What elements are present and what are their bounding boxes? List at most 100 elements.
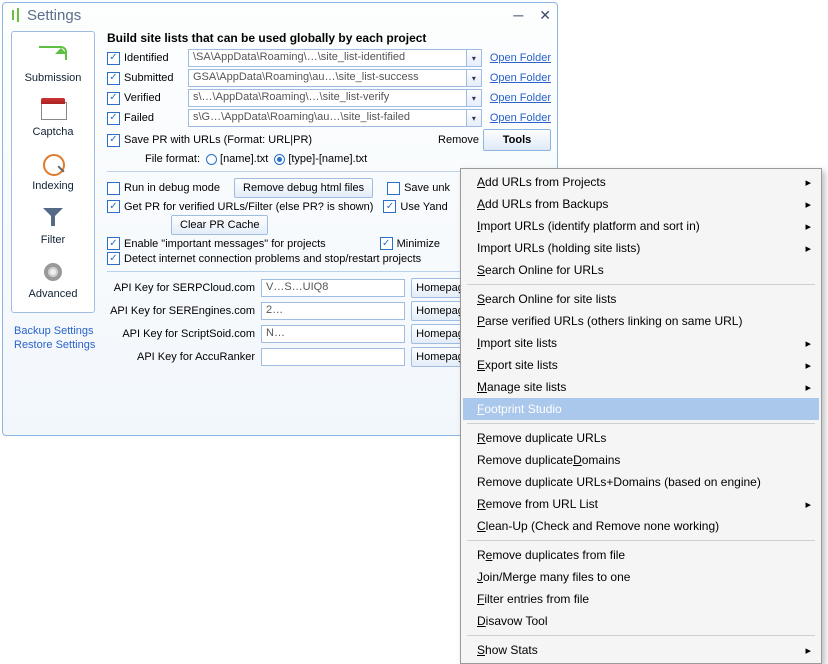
menu-item[interactable]: Import URLs (holding site lists) (463, 237, 819, 259)
list-path-dropdown[interactable]: ▾ (467, 49, 482, 67)
menu-separator (467, 635, 815, 636)
api-key-input[interactable]: V…S…UIQ8 (261, 279, 405, 297)
debug-checkbox[interactable] (107, 182, 120, 195)
sidebar-item-submission[interactable]: Submission (15, 36, 91, 90)
open-folder-link[interactable]: Open Folder (490, 72, 551, 84)
enable-msgs-label: Enable "important messages" for projects (124, 238, 326, 250)
fileformat-opt1: [name].txt (220, 153, 268, 165)
menu-item[interactable]: Show Stats (463, 639, 819, 661)
detect-checkbox[interactable] (107, 252, 120, 265)
enable-msgs-checkbox[interactable] (107, 237, 120, 250)
menu-separator (467, 423, 815, 424)
debug-label: Run in debug mode (124, 182, 220, 194)
indexing-icon (37, 150, 69, 178)
save-pr-checkbox[interactable] (107, 134, 120, 147)
menu-item[interactable]: Search Online for site lists (463, 288, 819, 310)
list-label: Identified (124, 52, 188, 64)
menu-separator (467, 284, 815, 285)
getpr-label: Get PR for verified URLs/Filter (else PR… (124, 201, 373, 213)
menu-item[interactable]: Clean-Up (Check and Remove none working) (463, 515, 819, 537)
restore-settings-link[interactable]: Restore Settings (14, 339, 98, 351)
sidebar-item-label: Advanced (15, 288, 91, 300)
menu-item[interactable]: Export site lists (463, 354, 819, 376)
clear-pr-button[interactable]: Clear PR Cache (171, 215, 268, 235)
sidebar-item-label: Filter (15, 234, 91, 246)
menu-item[interactable]: Manage site lists (463, 376, 819, 398)
backup-settings-link[interactable]: Backup Settings (14, 325, 98, 337)
menu-item[interactable]: Remove duplicate URLs+Domains (based on … (463, 471, 819, 493)
list-path-dropdown[interactable]: ▾ (467, 89, 482, 107)
remove-debug-button[interactable]: Remove debug html files (234, 178, 373, 198)
api-label: API Key for AccuRanker (107, 351, 261, 363)
minimize-label: Minimize (397, 238, 440, 250)
list-path-dropdown[interactable]: ▾ (467, 109, 482, 127)
list-path-input[interactable]: s\G…\AppData\Roaming\au…\site_list-faile… (188, 109, 467, 127)
list-checkbox[interactable] (107, 72, 120, 85)
sidebar-item-indexing[interactable]: Indexing (15, 144, 91, 198)
sidebar-links: Backup Settings Restore Settings (8, 323, 98, 353)
api-key-input[interactable] (261, 348, 405, 366)
menu-item[interactable]: Join/Merge many files to one (463, 566, 819, 588)
list-path-input[interactable]: s\…\AppData\Roaming\…\site_list-verify (188, 89, 467, 107)
menu-item[interactable]: Add URLs from Backups (463, 193, 819, 215)
window-title: Settings (27, 7, 81, 24)
menu-item[interactable]: Disavow Tool (463, 610, 819, 632)
open-folder-link[interactable]: Open Folder (490, 112, 551, 124)
submission-icon (37, 42, 69, 70)
sidebar-item-label: Indexing (15, 180, 91, 192)
fileformat-radio-1[interactable] (206, 154, 217, 165)
menu-item[interactable]: Remove duplicate URLs (463, 427, 819, 449)
detect-label: Detect internet connection problems and … (124, 253, 421, 265)
menu-item[interactable]: Footprint Studio (463, 398, 819, 420)
list-path-dropdown[interactable]: ▾ (467, 69, 482, 87)
getpr-checkbox[interactable] (107, 200, 120, 213)
use-yandex-checkbox[interactable] (383, 200, 396, 213)
sidebar-item-label: Captcha (15, 126, 91, 138)
window-controls: ─ ✕ (513, 7, 551, 24)
menu-item[interactable]: Remove duplicates from file (463, 544, 819, 566)
save-unk-checkbox[interactable] (387, 182, 400, 195)
list-label: Verified (124, 92, 188, 104)
list-checkbox[interactable] (107, 52, 120, 65)
advanced-icon (37, 258, 69, 286)
sidebar-item-filter[interactable]: Filter (15, 198, 91, 252)
remove-link[interactable]: Remove (438, 134, 479, 146)
fileformat-label: File format: (145, 153, 200, 165)
list-checkbox[interactable] (107, 112, 120, 125)
close-button[interactable]: ✕ (539, 7, 551, 24)
list-label: Failed (124, 112, 188, 124)
filter-icon (37, 204, 69, 232)
tools-button[interactable]: Tools (483, 129, 551, 151)
save-pr-label: Save PR with URLs (Format: URL|PR) (124, 134, 312, 146)
menu-item[interactable]: Import URLs (identify platform and sort … (463, 215, 819, 237)
list-label: Submitted (124, 72, 188, 84)
menu-item[interactable]: Search Online for URLs (463, 259, 819, 281)
sidebar-item-captcha[interactable]: Captcha (15, 90, 91, 144)
tools-context-menu: Add URLs from ProjectsAdd URLs from Back… (460, 168, 822, 664)
list-path-input[interactable]: GSA\AppData\Roaming\au…\site_list-succes… (188, 69, 467, 87)
open-folder-link[interactable]: Open Folder (490, 52, 551, 64)
sidebar-item-advanced[interactable]: Advanced (15, 252, 91, 306)
use-yandex-label: Use Yand (400, 201, 447, 213)
fileformat-opt2: [type]-[name].txt (288, 153, 367, 165)
menu-item[interactable]: Remove from URL List (463, 493, 819, 515)
list-path-input[interactable]: \SA\AppData\Roaming\…\site_list-identifi… (188, 49, 467, 67)
save-unk-label: Save unk (404, 182, 450, 194)
menu-item[interactable]: Add URLs from Projects (463, 171, 819, 193)
menu-item[interactable]: Filter entries from file (463, 588, 819, 610)
api-label: API Key for SEREngines.com (107, 305, 261, 317)
menu-item[interactable]: Parse verified URLs (others linking on s… (463, 310, 819, 332)
list-checkbox[interactable] (107, 92, 120, 105)
menu-item[interactable]: Import site lists (463, 332, 819, 354)
captcha-icon (37, 96, 69, 124)
menu-item[interactable]: Remove duplicate Domains (463, 449, 819, 471)
minimize-button[interactable]: ─ (513, 7, 523, 24)
api-key-input[interactable]: N… (261, 325, 405, 343)
api-label: API Key for SERPCloud.com (107, 282, 261, 294)
menu-separator (467, 540, 815, 541)
fileformat-radio-2[interactable] (274, 154, 285, 165)
minimize-checkbox[interactable] (380, 237, 393, 250)
app-icon (9, 8, 23, 22)
open-folder-link[interactable]: Open Folder (490, 92, 551, 104)
api-key-input[interactable]: 2… (261, 302, 405, 320)
